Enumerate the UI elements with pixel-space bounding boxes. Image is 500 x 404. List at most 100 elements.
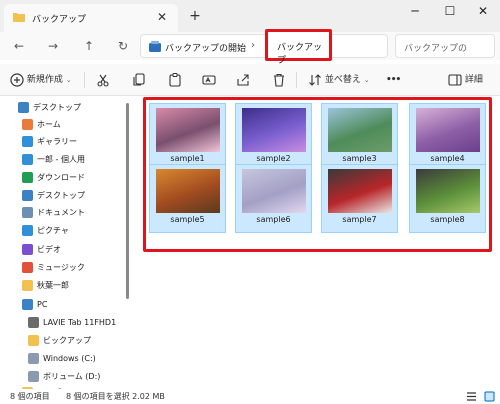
- maximize-button[interactable]: ☐: [435, 2, 465, 20]
- back-button[interactable]: ←: [10, 36, 28, 56]
- sidebar-item[interactable]: ドキュメント: [22, 205, 85, 221]
- sidebar-item[interactable]: ミュージック: [22, 260, 85, 276]
- sidebar-item-label: Windows (C:): [43, 354, 96, 363]
- breadcrumb-current-highlight[interactable]: バックアップ: [265, 29, 332, 66]
- desktop-icon: [22, 190, 33, 201]
- cut-button[interactable]: [96, 72, 110, 88]
- folder-icon: [28, 335, 39, 346]
- sidebar-item[interactable]: PC: [22, 297, 47, 313]
- sidebar-item[interactable]: ホーム: [22, 117, 61, 133]
- sidebar-item[interactable]: Windows (C:): [28, 351, 96, 367]
- copy-icon: [133, 72, 145, 86]
- status-bar: 8 個の項目 8 個の項目を選択 2.02 MB: [0, 389, 500, 404]
- tab-label: バックアップ: [32, 15, 87, 25]
- command-bar: 新規作成 ⌄ 並べ替え ⌄ ••• 詳細: [0, 64, 500, 96]
- item-count: 8 個の項目: [10, 392, 50, 401]
- sidebar-item-label: ビデオ: [37, 245, 61, 254]
- sidebar-item-label: LAVIE Tab 11FHD1: [43, 318, 117, 327]
- sidebar-item[interactable]: デスクトップ: [22, 188, 85, 204]
- details-label: 詳細: [464, 75, 483, 85]
- rename-icon: [202, 74, 216, 85]
- copy-button[interactable]: [132, 72, 146, 88]
- sidebar-item-label: ホーム: [37, 120, 61, 129]
- gallery-icon: [22, 136, 33, 147]
- sidebar-item[interactable]: ピクチャ: [22, 223, 69, 239]
- new-icon: [10, 72, 24, 87]
- close-button[interactable]: ✕: [468, 2, 498, 20]
- download-icon: [22, 172, 33, 183]
- sidebar-scrollbar[interactable]: [126, 103, 129, 299]
- sidebar-item[interactable]: 秋葉一郎: [22, 278, 69, 294]
- pc-icon: [22, 299, 33, 310]
- sidebar-item-label: ダウンロード: [37, 173, 85, 182]
- sidebar-item-label: ピクチャ: [37, 226, 69, 235]
- breadcrumb-backup: バックアップ: [277, 43, 323, 66]
- sidebar-item-label: ビックアップ: [43, 336, 91, 345]
- search-placeholder: バックアップの: [404, 44, 468, 54]
- sidebar-item-label: 秋葉一郎: [37, 281, 69, 290]
- video-icon: [22, 244, 33, 255]
- divider: [296, 72, 297, 88]
- tab-close-icon[interactable]: ✕: [154, 9, 170, 25]
- pictures-icon: [22, 225, 33, 236]
- sort-button[interactable]: 並べ替え ⌄: [308, 72, 370, 88]
- selection-highlight: [143, 97, 492, 252]
- breadcrumb-backup-start[interactable]: バックアップの開始: [165, 41, 246, 54]
- desktop-icon: [18, 102, 29, 113]
- delete-button[interactable]: [272, 72, 286, 88]
- sort-label: 並べ替え: [324, 75, 361, 85]
- search-input[interactable]: バックアップの: [395, 34, 495, 58]
- paste-icon: [169, 72, 181, 87]
- selection-status: 8 個の項目を選択 2.02 MB: [66, 392, 165, 401]
- refresh-button[interactable]: ↻: [114, 36, 132, 56]
- navigation-pane: デスクトップ ホーム ギャラリー 一郎 - 個人用 ダウンロード デスクトップ ドキュメント…: [0, 97, 132, 389]
- sidebar-item[interactable]: ボリューム (D:): [28, 369, 100, 385]
- sidebar-item[interactable]: デスクトップ: [18, 100, 81, 116]
- divider: [84, 72, 85, 88]
- folder-icon: [22, 280, 33, 291]
- paste-button[interactable]: [168, 72, 182, 88]
- share-icon: [237, 73, 249, 86]
- details-view-icon[interactable]: [466, 391, 477, 402]
- tab-backup[interactable]: バックアップ ✕: [4, 4, 178, 32]
- device-icon: [28, 317, 39, 328]
- backup-start-icon: [149, 41, 161, 52]
- sidebar-item[interactable]: LAVIE Tab 11FHD1: [28, 315, 116, 331]
- sidebar-item[interactable]: ギャラリー: [22, 134, 77, 150]
- cut-icon: [97, 74, 109, 87]
- cloud-icon: [22, 154, 33, 165]
- sidebar-item[interactable]: ダウンロード: [22, 170, 85, 186]
- document-icon: [22, 207, 33, 218]
- sidebar-item[interactable]: 一郎 - 個人用: [22, 152, 85, 168]
- address-bar[interactable]: バックアップの開始 ›: [140, 34, 388, 58]
- forward-button[interactable]: →: [44, 36, 62, 56]
- title-bar: バックアップ ✕ + ─ ☐ ✕: [0, 0, 500, 32]
- minimize-button[interactable]: ─: [400, 2, 430, 20]
- rename-button[interactable]: [202, 72, 216, 88]
- sidebar-item-label: デスクトップ: [33, 103, 81, 112]
- music-icon: [22, 262, 33, 273]
- thumbnail-view-icon[interactable]: [484, 391, 495, 402]
- new-button[interactable]: 新規作成 ⌄: [10, 72, 72, 88]
- drive-icon: [28, 353, 39, 364]
- new-tab-button[interactable]: +: [186, 7, 204, 25]
- sidebar-item[interactable]: ビデオ: [22, 242, 61, 258]
- sidebar-item-label: ボリューム (D:): [43, 372, 101, 381]
- sidebar-item-label: ドキュメント: [37, 208, 85, 217]
- more-options-button[interactable]: •••: [386, 72, 401, 88]
- sidebar-item[interactable]: ビックアップ: [28, 333, 91, 349]
- sidebar-item-label: デスクトップ: [37, 191, 85, 200]
- home-icon: [22, 119, 33, 130]
- navigation-bar: ← → ↑ ↻ バックアップの開始 › バックアップの: [0, 32, 500, 60]
- trash-icon: [274, 73, 284, 87]
- details-pane-icon: [448, 73, 462, 86]
- sidebar-item-label: 一郎 - 個人用: [37, 155, 85, 164]
- sidebar-item-label: ギャラリー: [37, 137, 77, 146]
- up-button[interactable]: ↑: [80, 36, 98, 56]
- sort-icon: [309, 73, 321, 86]
- sidebar-item-label: PC: [37, 300, 48, 309]
- share-button[interactable]: [236, 72, 250, 88]
- breadcrumb-separator-icon[interactable]: ›: [251, 40, 255, 51]
- details-button[interactable]: 詳細: [448, 72, 483, 88]
- sidebar-item-label: ミュージック: [37, 263, 85, 272]
